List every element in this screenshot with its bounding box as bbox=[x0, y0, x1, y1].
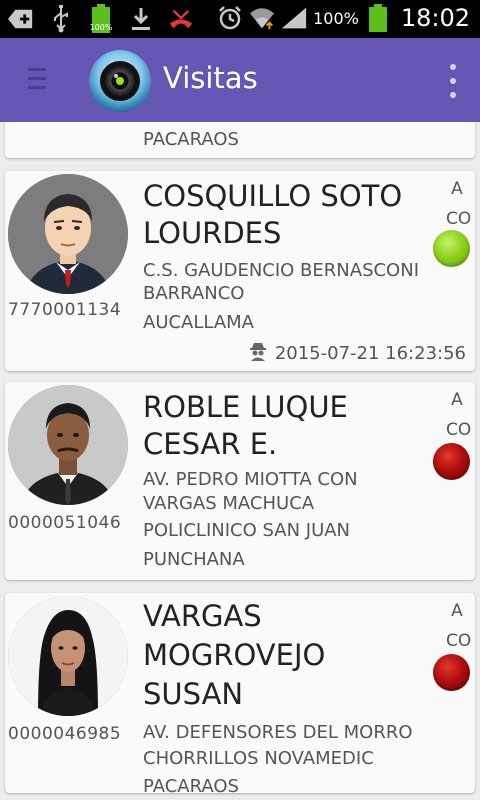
card-flag: A CO bbox=[446, 601, 472, 651]
card-address: C.S. GAUDENCIO BERNASCONI BARRANCO AUCAL… bbox=[143, 260, 420, 333]
spy-icon bbox=[249, 341, 267, 366]
status-indicator bbox=[433, 443, 470, 480]
download-icon bbox=[128, 5, 154, 33]
visits-list[interactable]: PACARAOS 7770001134 COSQUILLO SOTO LOURD… bbox=[0, 122, 480, 800]
clock: 18:02 bbox=[400, 4, 470, 32]
card-code: 0000051046 bbox=[8, 513, 122, 533]
alarm-icon bbox=[217, 4, 243, 32]
card-name: COSQUILLO SOTO LOURDES bbox=[143, 179, 403, 250]
avatar bbox=[8, 596, 128, 716]
battery-small-label: 100% bbox=[89, 23, 113, 32]
card-code: 0000046985 bbox=[8, 724, 122, 744]
card-name: ROBLE LUQUE CESAR E. bbox=[143, 390, 348, 461]
overflow-menu-icon[interactable] bbox=[446, 64, 460, 98]
visit-card[interactable]: PACARAOS bbox=[5, 122, 475, 158]
app-logo-icon[interactable] bbox=[88, 49, 152, 113]
app-bar: Visitas bbox=[0, 38, 480, 122]
battery-full-icon bbox=[365, 4, 391, 32]
missed-call-icon bbox=[168, 5, 194, 33]
card-address: PACARAOS bbox=[143, 129, 239, 150]
visit-card[interactable]: 7770001134 COSQUILLO SOTO LOURDES C.S. G… bbox=[5, 171, 475, 371]
usb-icon bbox=[48, 5, 74, 33]
card-flag: A CO bbox=[446, 390, 472, 440]
avatar bbox=[8, 174, 128, 294]
menu-icon[interactable] bbox=[28, 68, 46, 92]
app-title: Visitas bbox=[163, 61, 258, 95]
status-indicator bbox=[433, 654, 470, 691]
card-name: VARGAS MOGROVEJO SUSAN bbox=[143, 599, 326, 711]
battery-icon: 100% bbox=[88, 4, 114, 33]
status-bar: 100% 100% 18:02 bbox=[0, 0, 480, 38]
avatar bbox=[8, 385, 128, 505]
visit-card[interactable]: 0000051046 ROBLE LUQUE CESAR E. AV. PEDR… bbox=[5, 382, 475, 580]
usb-debug-icon bbox=[8, 5, 34, 33]
status-indicator bbox=[433, 230, 470, 267]
signal-percentage: 100% bbox=[313, 8, 359, 28]
card-timestamp: 2015-07-21 16:23:56 bbox=[249, 341, 466, 366]
signal-icon bbox=[281, 4, 307, 32]
wifi-icon bbox=[249, 4, 275, 32]
card-code: 7770001134 bbox=[8, 300, 122, 320]
card-address: AV. DEFENSORES DEL MORRO CHORRILLOS NOVA… bbox=[143, 722, 413, 793]
card-flag: A CO bbox=[446, 179, 472, 229]
card-address: AV. PEDRO MIOTTA CON VARGAS MACHUCA POLI… bbox=[143, 469, 358, 570]
visit-card[interactable]: 0000046985 VARGAS MOGROVEJO SUSAN AV. DE… bbox=[5, 593, 475, 793]
